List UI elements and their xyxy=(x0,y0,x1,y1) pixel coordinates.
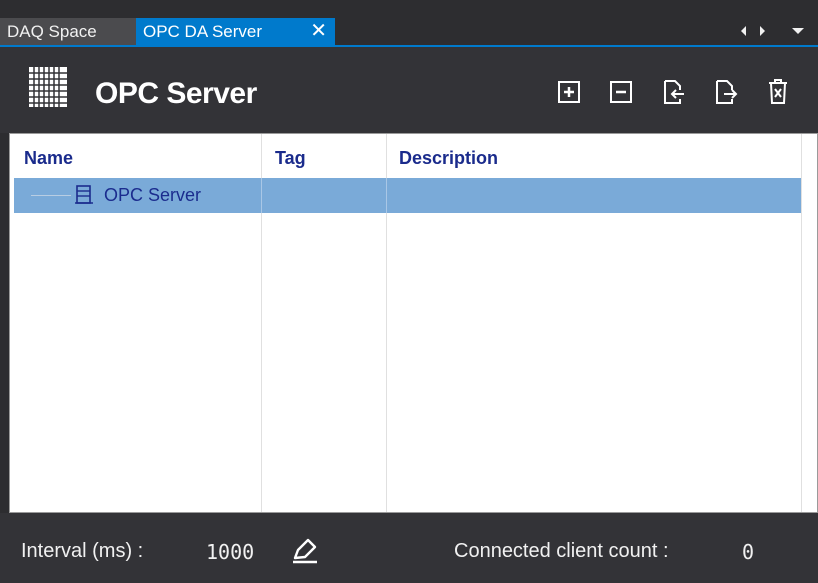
page-title: OPC Server xyxy=(95,77,257,110)
server-icon xyxy=(75,185,93,205)
edit-icon[interactable] xyxy=(290,536,320,566)
import-icon[interactable] xyxy=(662,79,686,105)
column-header-description[interactable]: Description xyxy=(399,148,498,169)
cell-divider xyxy=(386,178,387,213)
cell-divider xyxy=(261,178,262,213)
expand-all-icon[interactable] xyxy=(557,79,581,105)
client-count-label: Connected client count : xyxy=(454,540,669,562)
panel-header: OPC Server xyxy=(0,47,818,133)
scroll-right-icon[interactable] xyxy=(758,23,768,39)
client-count-value: 0 xyxy=(742,540,755,564)
tree-connector xyxy=(31,195,71,196)
tab-daq-space-label: DAQ Space xyxy=(7,22,97,41)
close-icon[interactable]: ✕ xyxy=(310,18,327,45)
status-bar: Interval (ms) : 1000 Connected client co… xyxy=(0,513,818,583)
tab-opc-da-server[interactable]: OPC DA Server ✕ xyxy=(136,18,335,45)
column-header-name[interactable]: Name xyxy=(24,148,73,169)
opc-grid-icon xyxy=(29,67,67,107)
column-divider xyxy=(801,134,802,512)
document-tab-strip: DAQ Space OPC DA Server ✕ xyxy=(0,0,818,45)
interval-value: 1000 xyxy=(206,540,255,564)
row-name: OPC Server xyxy=(104,185,202,205)
server-tree-grid[interactable]: Name Tag Description OPC Server xyxy=(9,133,818,513)
table-row[interactable]: OPC Server xyxy=(14,178,801,213)
scroll-left-icon[interactable] xyxy=(738,23,748,39)
tab-menu-icon[interactable] xyxy=(790,23,806,39)
column-header-tag[interactable]: Tag xyxy=(275,148,306,169)
delete-icon[interactable] xyxy=(766,79,790,105)
interval-label: Interval (ms) : xyxy=(21,540,144,562)
tab-opc-da-server-label: OPC DA Server xyxy=(143,22,263,41)
collapse-all-icon[interactable] xyxy=(609,79,633,105)
export-icon[interactable] xyxy=(714,79,738,105)
tab-daq-space[interactable]: DAQ Space xyxy=(0,18,136,45)
